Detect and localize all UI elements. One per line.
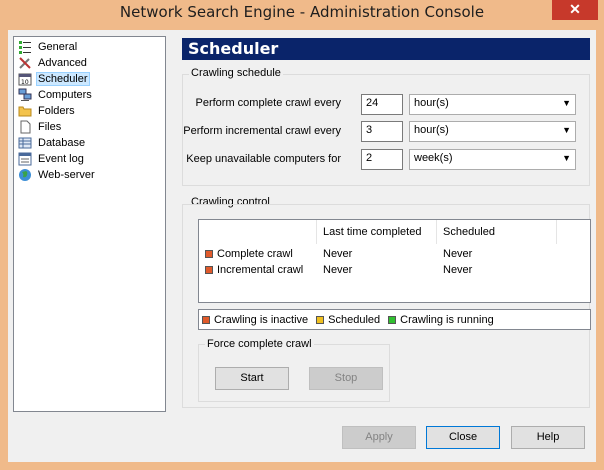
help-button[interactable]: Help bbox=[511, 426, 585, 449]
nav-item-advanced[interactable]: Advanced bbox=[18, 55, 163, 71]
nav-item-label: General bbox=[38, 41, 78, 53]
crawling-schedule-group: Crawling schedule Perform complete crawl… bbox=[182, 67, 590, 186]
incremental-crawl-interval-input[interactable]: 3 bbox=[361, 121, 403, 142]
chevron-down-icon: ▼ bbox=[562, 98, 571, 108]
nav-item-scheduler[interactable]: 10 Scheduler bbox=[18, 71, 163, 87]
table-header-last-completed: Last time completed bbox=[317, 220, 437, 244]
stop-button[interactable]: Stop bbox=[309, 367, 383, 390]
scheduled-value: Never bbox=[443, 264, 473, 276]
keep-unavailable-unit-select[interactable]: week(s) ▼ bbox=[409, 149, 576, 170]
scheduled-value: Never bbox=[443, 248, 473, 260]
nav-item-folders[interactable]: Folders bbox=[18, 103, 163, 119]
app-window: Network Search Engine - Administration C… bbox=[0, 0, 604, 470]
status-inactive-indicator bbox=[205, 250, 213, 259]
nav-item-computers[interactable]: Computers bbox=[18, 87, 163, 103]
table-header bbox=[199, 220, 317, 244]
legend-inactive: Crawling is inactive bbox=[202, 314, 308, 326]
title-bar: Network Search Engine - Administration C… bbox=[0, 0, 604, 26]
nav-item-label: Scheduler bbox=[36, 72, 90, 86]
keep-unavailable-label: Keep unavailable computers for bbox=[186, 153, 341, 165]
svg-text:10: 10 bbox=[21, 79, 29, 86]
database-icon bbox=[18, 136, 32, 150]
folder-icon bbox=[18, 104, 32, 118]
close-button[interactable]: Close bbox=[426, 426, 500, 449]
incremental-crawl-label: Perform incremental crawl every bbox=[183, 125, 341, 137]
last-completed-value: Never bbox=[323, 264, 353, 276]
general-icon bbox=[18, 40, 32, 54]
navigation-tree[interactable]: General Advanced 10 Scheduler Computers bbox=[13, 36, 166, 412]
table-header-scheduled: Scheduled bbox=[437, 220, 557, 244]
legend-running: Crawling is running bbox=[388, 314, 494, 326]
nav-item-label: Database bbox=[38, 137, 86, 149]
nav-item-event-log[interactable]: Event log bbox=[18, 151, 163, 167]
window-title: Network Search Engine - Administration C… bbox=[119, 3, 485, 21]
chevron-down-icon: ▼ bbox=[562, 125, 571, 135]
status-inactive-indicator bbox=[205, 266, 213, 275]
table-row[interactable]: Complete crawl bbox=[199, 248, 293, 260]
complete-crawl-label: Perform complete crawl every bbox=[195, 97, 342, 109]
computers-icon bbox=[18, 88, 32, 102]
file-icon bbox=[18, 120, 32, 134]
legend-scheduled: Scheduled bbox=[316, 314, 380, 326]
group-title: Crawling schedule bbox=[189, 67, 283, 79]
group-title: Force complete crawl bbox=[205, 338, 314, 350]
nav-item-database[interactable]: Database bbox=[18, 135, 163, 151]
select-value: hour(s) bbox=[414, 97, 449, 109]
event-log-icon bbox=[18, 152, 32, 166]
table-row[interactable]: Incremental crawl bbox=[199, 264, 303, 276]
select-value: week(s) bbox=[414, 152, 453, 164]
select-value: hour(s) bbox=[414, 124, 449, 136]
nav-item-label: Event log bbox=[38, 153, 84, 165]
nav-item-web-server[interactable]: Web-server bbox=[18, 167, 163, 183]
start-button[interactable]: Start bbox=[215, 367, 289, 390]
complete-crawl-interval-input[interactable]: 24 bbox=[361, 94, 403, 115]
nav-item-label: Advanced bbox=[38, 57, 87, 69]
last-completed-value: Never bbox=[323, 248, 353, 260]
nav-item-label: Web-server bbox=[38, 169, 95, 181]
nav-item-label: Folders bbox=[38, 105, 75, 117]
keep-unavailable-input[interactable]: 2 bbox=[361, 149, 403, 170]
crawl-status-table: Last time completed Scheduled Complete c… bbox=[198, 219, 591, 303]
nav-item-label: Files bbox=[38, 121, 62, 133]
apply-button[interactable]: Apply bbox=[342, 426, 416, 449]
crawl-name: Complete crawl bbox=[217, 248, 293, 260]
nav-item-general[interactable]: General bbox=[18, 39, 163, 55]
window-close-button[interactable]: ✕ bbox=[552, 0, 598, 20]
force-crawl-group: Force complete crawl Start Stop bbox=[198, 338, 390, 402]
crawl-name: Incremental crawl bbox=[217, 264, 304, 276]
chevron-down-icon: ▼ bbox=[562, 153, 571, 163]
status-legend: Crawling is inactive Scheduled Crawling … bbox=[198, 309, 591, 330]
incremental-crawl-unit-select[interactable]: hour(s) ▼ bbox=[409, 121, 576, 142]
nav-item-label: Computers bbox=[38, 89, 92, 101]
panel-title: Scheduler bbox=[182, 38, 590, 60]
nav-item-files[interactable]: Files bbox=[18, 119, 163, 135]
tools-icon bbox=[18, 56, 32, 70]
client-area: General Advanced 10 Scheduler Computers bbox=[8, 30, 596, 462]
scheduler-icon: 10 bbox=[18, 72, 32, 86]
globe-icon bbox=[18, 168, 32, 182]
complete-crawl-unit-select[interactable]: hour(s) ▼ bbox=[409, 94, 576, 115]
